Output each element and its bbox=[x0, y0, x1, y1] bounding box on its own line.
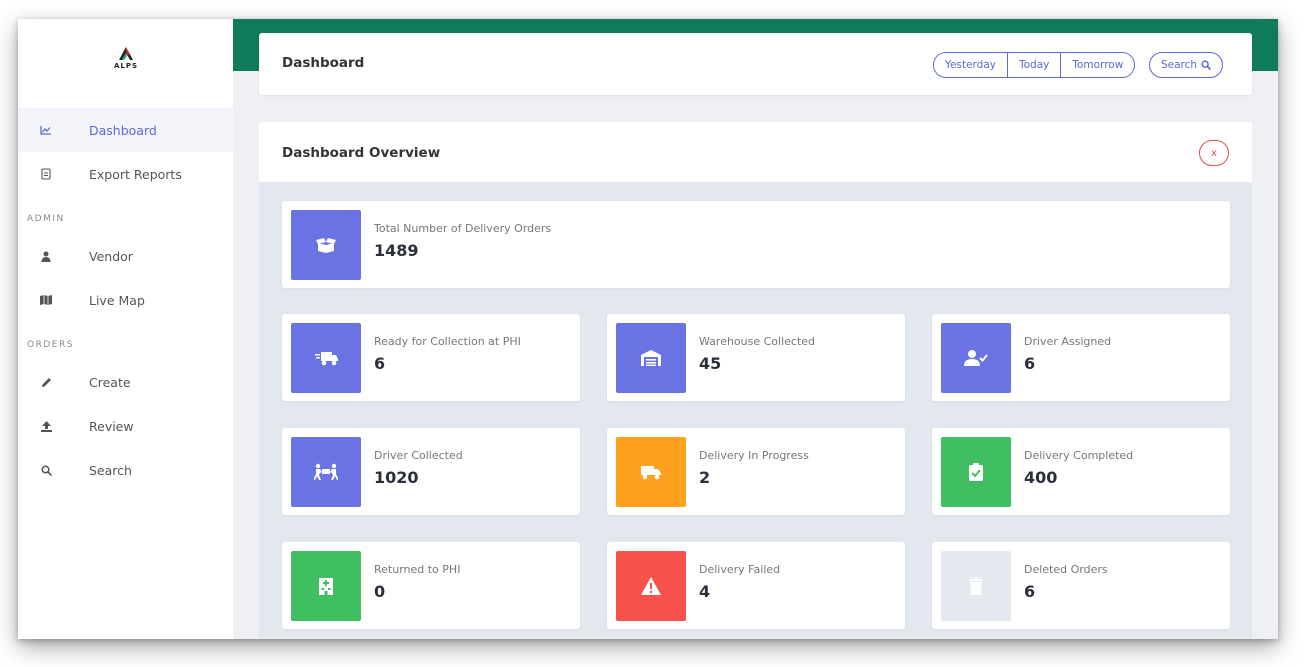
today-button[interactable]: Today bbox=[1006, 53, 1061, 77]
page-title: Dashboard bbox=[282, 55, 365, 71]
sidebar-item-create[interactable]: Create bbox=[18, 360, 233, 404]
stat-label: Warehouse Collected bbox=[699, 335, 816, 348]
sidebar-item-label: Vendor bbox=[89, 248, 133, 264]
stat-card-returned-to-phi[interactable]: Returned to PHI 0 bbox=[282, 542, 580, 629]
search-icon bbox=[36, 464, 56, 476]
sidebar-item-live-map[interactable]: Live Map bbox=[18, 278, 233, 322]
app-window: ALPS Dashboard Export Reports ADMIN Vend… bbox=[18, 19, 1278, 639]
stat-label: Returned to PHI bbox=[374, 563, 461, 576]
sidebar-item-export-reports[interactable]: Export Reports bbox=[18, 152, 233, 196]
sidebar-item-label: Review bbox=[89, 418, 134, 434]
user-icon bbox=[36, 251, 56, 262]
close-button[interactable]: x bbox=[1199, 140, 1229, 166]
stat-card-deleted-orders[interactable]: Deleted Orders 6 bbox=[932, 542, 1230, 629]
stat-value: 6 bbox=[1024, 582, 1036, 601]
section-label-orders: ORDERS bbox=[27, 340, 74, 350]
yesterday-button[interactable]: Yesterday bbox=[934, 53, 1007, 77]
stat-label: Deleted Orders bbox=[1024, 563, 1108, 576]
stat-value: 6 bbox=[1024, 354, 1036, 373]
map-icon bbox=[36, 295, 56, 305]
alps-logo[interactable]: ALPS bbox=[106, 45, 146, 73]
stat-label: Driver Collected bbox=[374, 449, 463, 462]
search-icon bbox=[1201, 60, 1212, 70]
stat-label: Delivery In Progress bbox=[699, 449, 809, 462]
chart-line-icon bbox=[36, 125, 56, 135]
sidebar-item-label: Search bbox=[89, 462, 132, 478]
stat-value: 400 bbox=[1024, 468, 1058, 487]
sidebar-item-review[interactable]: Review bbox=[18, 404, 233, 448]
search-button[interactable]: Search bbox=[1149, 52, 1224, 78]
stat-card-warehouse-collected[interactable]: Warehouse Collected 45 bbox=[607, 314, 905, 401]
stat-label: Ready for Collection at PHI bbox=[374, 335, 521, 348]
overview-header: Dashboard Overview x bbox=[259, 122, 1252, 183]
search-button-label: Search bbox=[1161, 59, 1198, 71]
alps-logo-icon bbox=[119, 47, 133, 60]
stat-label: Delivery Failed bbox=[699, 563, 781, 576]
warehouse-icon bbox=[616, 323, 686, 393]
stat-label: Total Number of Delivery Orders bbox=[374, 222, 552, 235]
truck-icon bbox=[616, 437, 686, 507]
shipping-fast-icon bbox=[291, 323, 361, 393]
stat-value: 45 bbox=[699, 354, 722, 373]
sidebar-item-label: Dashboard bbox=[89, 122, 157, 138]
warning-icon bbox=[616, 551, 686, 621]
close-icon: x bbox=[1211, 147, 1217, 159]
stat-value: 4 bbox=[699, 582, 711, 601]
stat-value: 1020 bbox=[374, 468, 419, 487]
stat-value: 2 bbox=[699, 468, 711, 487]
hospital-icon bbox=[291, 551, 361, 621]
stat-value: 0 bbox=[374, 582, 386, 601]
stat-card-delivery-failed[interactable]: Delivery Failed 4 bbox=[607, 542, 905, 629]
header-card: Dashboard Yesterday Today Tomorrow Searc… bbox=[259, 33, 1252, 95]
overview-body: Total Number of Delivery Orders 1489 Rea… bbox=[259, 183, 1252, 639]
upload-icon bbox=[36, 420, 56, 432]
stat-card-ready-for-collection[interactable]: Ready for Collection at PHI 6 bbox=[282, 314, 580, 401]
stat-card-delivery-completed[interactable]: Delivery Completed 400 bbox=[932, 428, 1230, 515]
sidebar-item-search[interactable]: Search bbox=[18, 448, 233, 492]
sidebar-item-label: Live Map bbox=[89, 292, 145, 308]
logo-text: ALPS bbox=[113, 62, 139, 70]
stat-card-total-orders[interactable]: Total Number of Delivery Orders 1489 bbox=[282, 201, 1230, 288]
pencil-icon bbox=[36, 377, 56, 388]
box-open-icon bbox=[291, 210, 361, 280]
sidebar: ALPS Dashboard Export Reports ADMIN Vend… bbox=[18, 19, 233, 639]
stat-card-driver-assigned[interactable]: Driver Assigned 6 bbox=[932, 314, 1230, 401]
sidebar-item-dashboard[interactable]: Dashboard bbox=[18, 108, 233, 152]
stat-card-delivery-in-progress[interactable]: Delivery In Progress 2 bbox=[607, 428, 905, 515]
tomorrow-button[interactable]: Tomorrow bbox=[1060, 53, 1135, 77]
stat-value: 6 bbox=[374, 354, 386, 373]
sidebar-item-vendor[interactable]: Vendor bbox=[18, 234, 233, 278]
user-check-icon bbox=[941, 323, 1011, 393]
clipboard-check-icon bbox=[941, 437, 1011, 507]
file-export-icon bbox=[36, 168, 56, 180]
section-label-admin: ADMIN bbox=[27, 214, 65, 224]
stat-label: Delivery Completed bbox=[1024, 449, 1134, 462]
overview-title: Dashboard Overview bbox=[282, 145, 441, 161]
stat-card-driver-collected[interactable]: Driver Collected 1020 bbox=[282, 428, 580, 515]
trash-icon bbox=[941, 551, 1011, 621]
stat-value: 1489 bbox=[374, 241, 419, 260]
date-filter-group: Yesterday Today Tomorrow bbox=[933, 52, 1136, 78]
sidebar-item-label: Create bbox=[89, 374, 131, 390]
sidebar-item-label: Export Reports bbox=[89, 166, 182, 182]
people-carry-icon bbox=[291, 437, 361, 507]
stat-label: Driver Assigned bbox=[1024, 335, 1112, 348]
